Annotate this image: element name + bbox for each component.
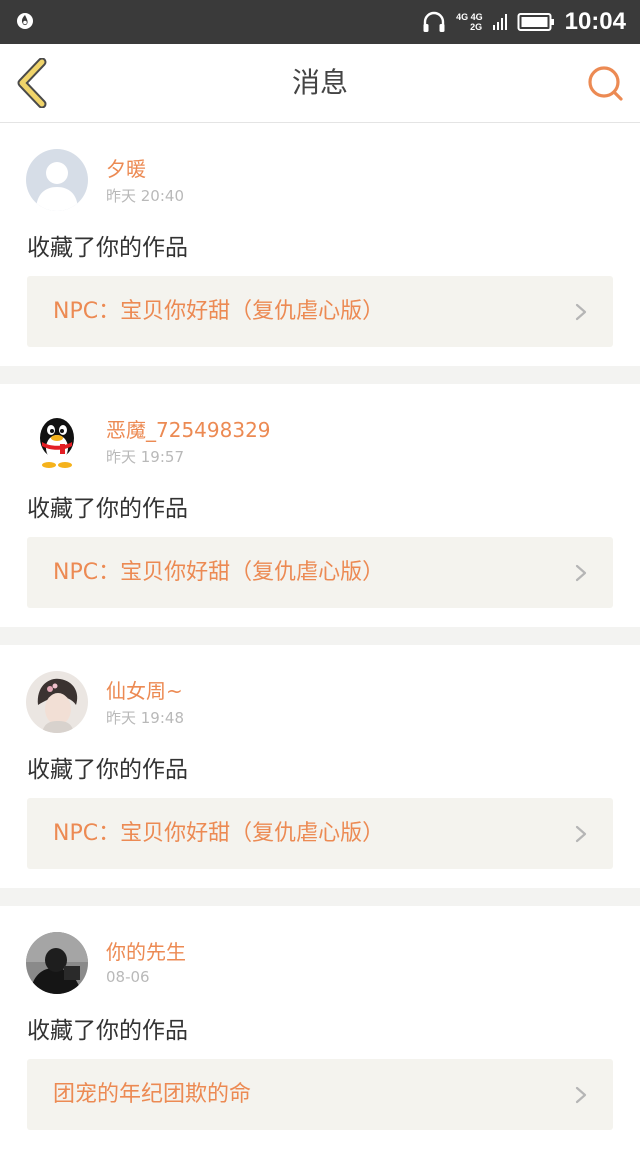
network-bottom-label: 2G — [470, 22, 483, 32]
message-card: 仙女周~ 昨天 19:48 收藏了你的作品 NPC：宝贝你好甜（复仇虐心版） — [0, 645, 640, 888]
work-link[interactable]: NPC：宝贝你好甜（复仇虐心版） — [27, 537, 613, 608]
work-title: NPC：宝贝你好甜（复仇虐心版） — [53, 299, 385, 324]
headphones-icon — [423, 11, 445, 32]
page-title: 消息 — [291, 66, 348, 99]
message-list: 夕暖 昨天 20:40 收藏了你的作品 NPC：宝贝你好甜（复仇虐心版） 恶魔_… — [0, 123, 640, 1149]
work-link[interactable]: NPC：宝贝你好甜（复仇虐心版） — [27, 798, 613, 869]
chevron-right-icon — [575, 825, 587, 843]
avatar[interactable] — [26, 410, 88, 472]
default-avatar-icon — [26, 149, 88, 211]
message-action: 收藏了你的作品 — [27, 757, 188, 783]
work-title: NPC：宝贝你好甜（复仇虐心版） — [53, 821, 385, 846]
avatar[interactable] — [26, 149, 88, 211]
battery-icon — [517, 13, 554, 31]
app-notification-icon — [17, 13, 33, 29]
message-action: 收藏了你的作品 — [27, 235, 188, 261]
avatar[interactable] — [26, 671, 88, 733]
username[interactable]: 恶魔_725498329 — [106, 414, 271, 443]
message-time: 昨天 20:40 — [106, 187, 184, 205]
chevron-right-icon — [575, 1086, 587, 1104]
work-title: 团宠的年纪团欺的命 — [53, 1082, 252, 1107]
chevron-left-icon — [17, 57, 47, 109]
message-card: 夕暖 昨天 20:40 收藏了你的作品 NPC：宝贝你好甜（复仇虐心版） — [0, 123, 640, 366]
message-time: 昨天 19:57 — [106, 448, 184, 466]
penguin-avatar-icon — [26, 410, 88, 472]
message-time: 昨天 19:48 — [106, 709, 184, 727]
chevron-right-icon — [575, 564, 587, 582]
message-card: 你的先生 08-06 收藏了你的作品 团宠的年纪团欺的命 — [0, 906, 640, 1149]
username[interactable]: 仙女周~ — [106, 675, 183, 704]
message-action: 收藏了你的作品 — [27, 1018, 188, 1044]
message-action: 收藏了你的作品 — [27, 496, 188, 522]
divider — [0, 627, 640, 645]
search-icon — [588, 66, 623, 101]
avatar[interactable] — [26, 932, 88, 994]
message-card: 恶魔_725498329 昨天 19:57 收藏了你的作品 NPC：宝贝你好甜（… — [0, 384, 640, 627]
chevron-right-icon — [575, 303, 587, 321]
work-title: NPC：宝贝你好甜（复仇虐心版） — [53, 560, 385, 585]
divider — [0, 366, 640, 384]
status-time: 10:04 — [564, 8, 626, 35]
username[interactable]: 你的先生 — [106, 936, 186, 965]
profile-photo-icon — [26, 932, 88, 994]
status-bar: 4G 4G 2G 10:04 — [0, 0, 640, 44]
work-link[interactable]: 团宠的年纪团欺的命 — [27, 1059, 613, 1130]
back-button[interactable] — [12, 57, 56, 109]
profile-photo-icon — [26, 671, 88, 733]
signal-icon — [492, 14, 507, 30]
network-top-label: 4G 4G — [456, 12, 483, 22]
message-time: 08-06 — [106, 968, 150, 986]
work-link[interactable]: NPC：宝贝你好甜（复仇虐心版） — [27, 276, 613, 347]
divider — [0, 888, 640, 906]
username[interactable]: 夕暖 — [106, 153, 146, 182]
network-type: 4G 4G 2G — [456, 12, 483, 32]
search-button[interactable] — [584, 62, 626, 104]
app-header: 消息 — [0, 44, 640, 123]
